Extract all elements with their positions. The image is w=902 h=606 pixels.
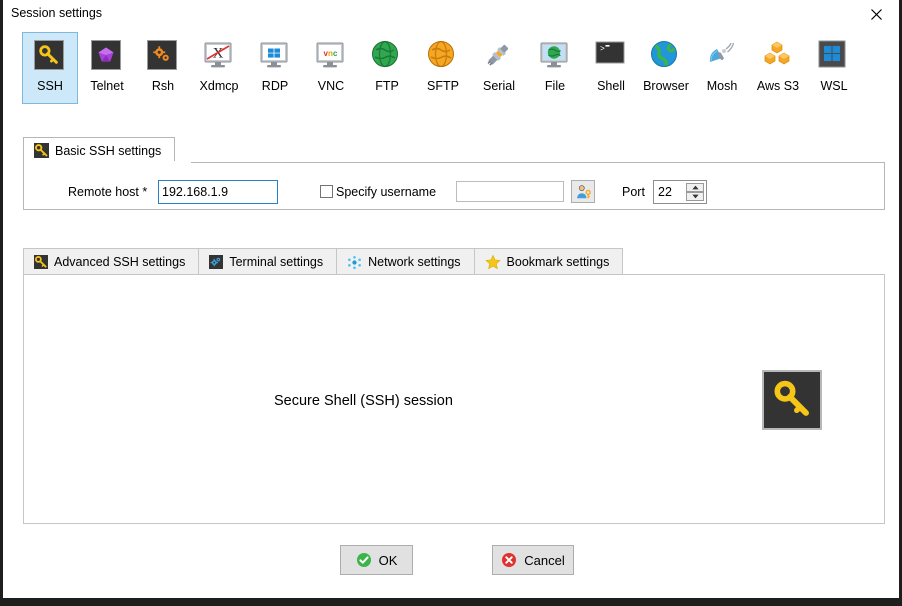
protocol-label: SFTP: [427, 79, 459, 93]
close-icon: [870, 8, 882, 20]
basic-settings-panel: [23, 162, 885, 210]
protocol-item-rdp[interactable]: RDP: [247, 32, 303, 104]
windows-monitor-icon: [259, 40, 291, 72]
protocol-item-vnc[interactable]: v n c VNC: [303, 32, 359, 104]
green-globe-icon: [371, 40, 403, 72]
tab-network-settings[interactable]: Network settings: [336, 248, 474, 275]
secondary-tabstrip: Advanced SSH settings Terminal settings …: [23, 248, 624, 275]
protocol-label: Mosh: [706, 79, 738, 93]
svg-text:>: >: [600, 45, 605, 54]
tab-label: Advanced SSH settings: [54, 255, 186, 269]
protocol-item-file[interactable]: File: [527, 32, 583, 104]
network-nodes-icon: [347, 255, 362, 270]
protocol-label: Aws S3: [756, 79, 800, 93]
port-increment-button[interactable]: [686, 183, 704, 192]
protocol-item-mosh[interactable]: Mosh: [694, 32, 750, 104]
tab-bookmark-settings[interactable]: Bookmark settings: [473, 248, 624, 275]
specify-username-checkbox[interactable]: [320, 185, 333, 198]
tab-label: Bookmark settings: [506, 255, 610, 269]
crystal-icon: [91, 40, 123, 72]
username-input[interactable]: [456, 181, 564, 202]
tab-label: Basic SSH settings: [55, 143, 162, 158]
file-monitor-icon: [539, 40, 571, 72]
protocol-label: File: [544, 79, 566, 93]
ok-label: OK: [378, 552, 398, 568]
session-content-panel: Secure Shell (SSH) session: [23, 274, 885, 524]
protocol-label: Browser: [643, 79, 689, 93]
windows-icon: [818, 40, 850, 72]
protocol-label: Rsh: [151, 79, 175, 93]
protocol-label: RDP: [261, 79, 289, 93]
remote-host-label: Remote host *: [68, 185, 148, 199]
protocol-label: Xdmcp: [199, 79, 239, 93]
tab-advanced-ssh-settings[interactable]: Advanced SSH settings: [23, 248, 199, 275]
protocol-label: FTP: [375, 79, 399, 93]
specify-username-label: Specify username: [336, 185, 437, 199]
svg-text:X: X: [213, 46, 224, 62]
protocol-item-xdmcp[interactable]: X Xdmcp: [191, 32, 247, 104]
cancel-button[interactable]: Cancel: [492, 545, 574, 575]
terminal-icon: >: [595, 40, 627, 72]
port-spinner[interactable]: [653, 180, 707, 204]
session-settings-dialog: Session settings SSH Telnet Rsh X Xdmcp …: [3, 0, 899, 598]
gears-icon: [147, 40, 179, 72]
protocol-label: Telnet: [90, 79, 124, 93]
close-button[interactable]: [853, 0, 899, 28]
key-icon: [34, 255, 48, 269]
protocol-item-browser[interactable]: Browser: [638, 32, 694, 104]
svg-text:c: c: [333, 49, 338, 58]
select-user-button[interactable]: [571, 180, 595, 203]
key-icon: [34, 143, 49, 158]
ok-button[interactable]: OK: [340, 545, 413, 575]
satellite-icon: [706, 40, 738, 72]
window-title: Session settings: [11, 6, 103, 20]
x-monitor-icon: X: [203, 40, 235, 72]
chevron-down-icon: [691, 194, 699, 199]
protocol-item-serial[interactable]: Serial: [471, 32, 527, 104]
plug-icon: [483, 40, 515, 72]
protocol-item-telnet[interactable]: Telnet: [79, 32, 135, 104]
tab-label: Terminal settings: [229, 255, 324, 269]
protocol-label: VNC: [317, 79, 345, 93]
port-label: Port: [622, 185, 645, 199]
remote-host-input[interactable]: [158, 180, 278, 204]
basic-settings-tabstrip: Basic SSH settings: [23, 137, 176, 163]
blue-globe-icon: [650, 40, 682, 72]
protocol-item-rsh[interactable]: Rsh: [135, 32, 191, 104]
protocol-label: WSL: [820, 79, 848, 93]
user-key-icon: [576, 185, 591, 199]
tab-label: Network settings: [368, 255, 461, 269]
protocol-item-shell[interactable]: > Shell: [583, 32, 639, 104]
title-bar: Session settings: [3, 0, 899, 28]
protocol-label: Shell: [597, 79, 625, 93]
cancel-label: Cancel: [524, 552, 565, 568]
key-icon: [34, 40, 66, 72]
protocol-item-ssh[interactable]: SSH: [22, 32, 78, 104]
port-decrement-button[interactable]: [686, 192, 704, 201]
x-circle-icon: [501, 552, 517, 568]
vnc-monitor-icon: v n c: [315, 40, 347, 72]
protocol-label: SSH: [37, 79, 63, 93]
star-icon: [484, 254, 501, 270]
protocol-toolbar: SSH Telnet Rsh X Xdmcp RDP v n c VNC FTP…: [3, 30, 899, 110]
protocol-label: Serial: [483, 79, 515, 93]
protocol-item-wsl[interactable]: WSL: [806, 32, 862, 104]
protocol-item-sftp[interactable]: SFTP: [415, 32, 471, 104]
aws-cubes-icon: [762, 40, 794, 72]
chevron-up-icon: [691, 185, 699, 190]
protocol-item-ftp[interactable]: FTP: [359, 32, 415, 104]
orange-globe-icon: [427, 40, 459, 72]
terminal-gear-icon: [209, 255, 224, 269]
tab-basic-ssh-settings[interactable]: Basic SSH settings: [23, 137, 176, 163]
session-key-icon: [762, 370, 822, 430]
session-description: Secure Shell (SSH) session: [274, 393, 453, 409]
tab-terminal-settings[interactable]: Terminal settings: [198, 248, 337, 275]
check-circle-icon: [356, 552, 372, 568]
tab-panel-seam: [24, 161, 191, 163]
protocol-item-awss3[interactable]: Aws S3: [750, 32, 806, 104]
port-input[interactable]: [658, 185, 686, 199]
